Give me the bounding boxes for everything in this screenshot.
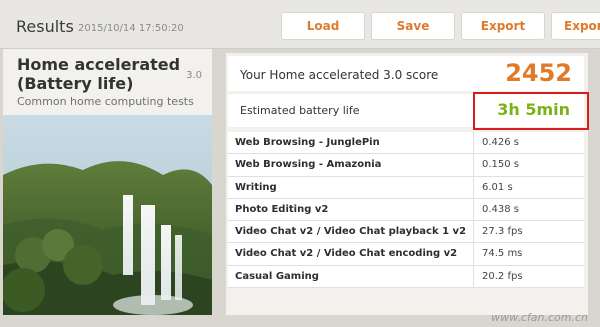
result-name: Web Browsing - Amazonia bbox=[235, 159, 382, 171]
table-row: Casual Gaming 20.2 fps bbox=[228, 265, 584, 289]
result-name: Casual Gaming bbox=[235, 270, 319, 282]
test-info-panel: Home accelerated (Battery life) 3.0 Comm… bbox=[3, 49, 212, 315]
column-divider bbox=[473, 154, 474, 176]
save-button[interactable]: Save bbox=[371, 12, 455, 40]
result-timestamp: 2015/10/14 17:50:20 bbox=[78, 23, 184, 34]
waterfall-image bbox=[3, 115, 212, 315]
export-button[interactable]: Export bbox=[461, 12, 545, 40]
column-divider bbox=[473, 132, 474, 154]
result-value: 27.3 fps bbox=[482, 226, 523, 238]
results-header: Results 2015/10/14 17:50:20 Load Save Ex… bbox=[0, 0, 600, 49]
column-divider bbox=[473, 221, 474, 243]
result-value: 0.150 s bbox=[482, 159, 520, 171]
test-description: Common home computing tests bbox=[17, 95, 194, 108]
load-button[interactable]: Load bbox=[281, 12, 365, 40]
result-value: 74.5 ms bbox=[482, 248, 523, 260]
table-row: Writing 6.01 s bbox=[228, 176, 584, 199]
result-name: Writing bbox=[235, 181, 277, 193]
score-value: 2452 bbox=[505, 59, 572, 87]
test-version: 3.0 bbox=[186, 70, 202, 81]
score-row: Your Home accelerated 3.0 score 2452 bbox=[228, 56, 584, 91]
column-divider bbox=[473, 198, 474, 221]
export-secondary-button[interactable]: Export bbox=[551, 12, 600, 40]
table-row: Photo Editing v2 0.438 s bbox=[228, 198, 584, 222]
battery-highlight-box bbox=[473, 92, 589, 130]
column-divider bbox=[473, 176, 474, 198]
result-value: 0.426 s bbox=[482, 137, 520, 148]
test-name: Home accelerated (Battery life) bbox=[17, 55, 181, 93]
column-divider bbox=[473, 243, 474, 265]
table-row: Video Chat v2 / Video Chat encoding v2 7… bbox=[228, 243, 584, 266]
result-name: Photo Editing v2 bbox=[235, 203, 329, 215]
site-watermark: www.cfan.com.cn bbox=[491, 311, 588, 324]
result-name: Web Browsing - JunglePin bbox=[235, 137, 380, 148]
score-label: Your Home accelerated 3.0 score bbox=[240, 68, 439, 82]
table-row: Video Chat v2 / Video Chat playback 1 v2… bbox=[228, 221, 584, 244]
column-divider bbox=[473, 265, 474, 288]
result-name: Video Chat v2 / Video Chat playback 1 v2 bbox=[235, 226, 467, 238]
result-value: 6.01 s bbox=[482, 181, 513, 193]
result-value: 0.438 s bbox=[482, 203, 520, 215]
page-title: Results bbox=[16, 17, 74, 36]
scores-panel: Your Home accelerated 3.0 score 2452 Est… bbox=[226, 53, 589, 315]
table-row: Web Browsing - Amazonia 0.150 s bbox=[228, 154, 584, 177]
result-name: Video Chat v2 / Video Chat encoding v2 bbox=[235, 248, 458, 260]
table-row: Web Browsing - JunglePin 0.426 s bbox=[228, 132, 584, 155]
results-table: Web Browsing - JunglePin 0.426 s Web Bro… bbox=[228, 132, 584, 289]
battery-life-label: Estimated battery life bbox=[240, 104, 360, 117]
result-value: 20.2 fps bbox=[482, 270, 523, 282]
